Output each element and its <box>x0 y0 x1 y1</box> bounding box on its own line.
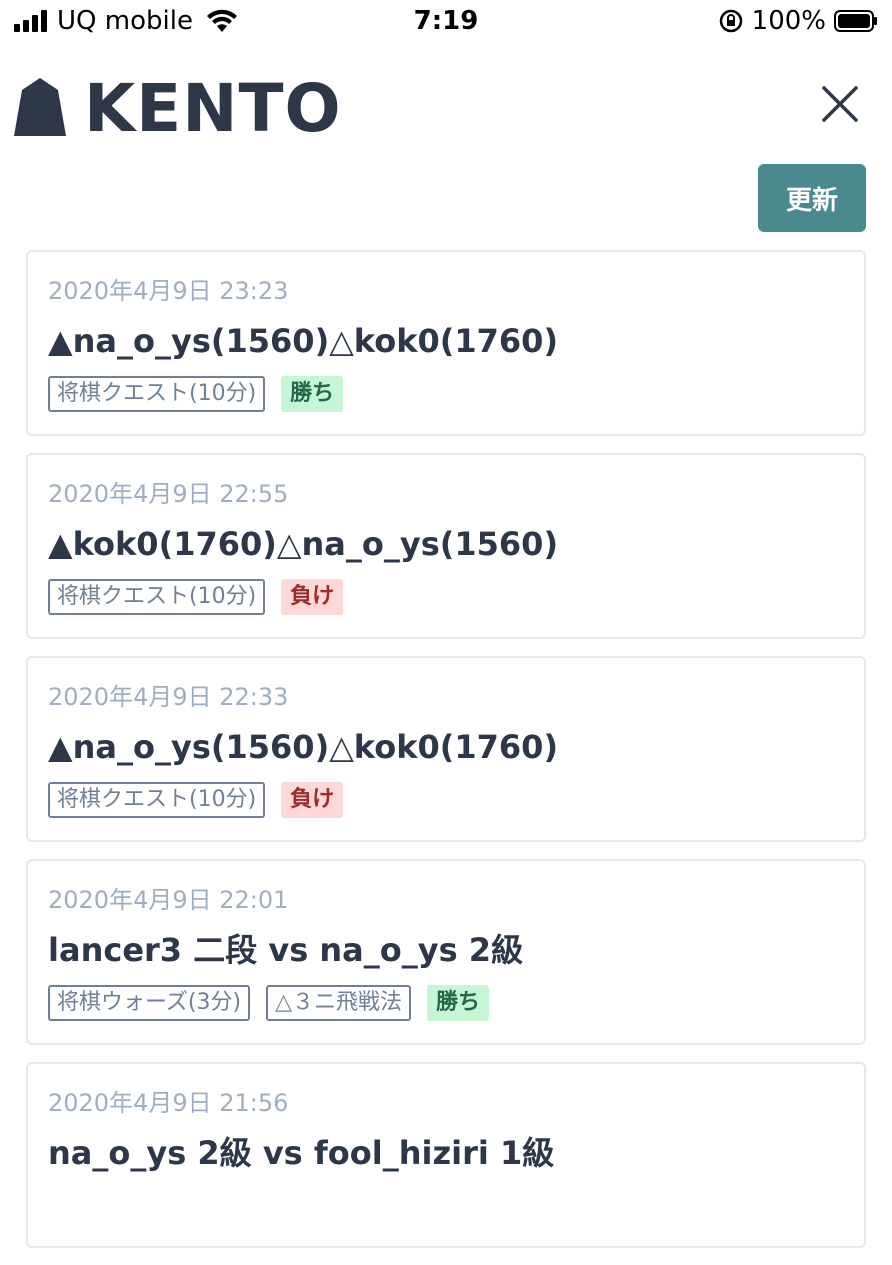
game-card[interactable]: 2020年4月9日 22:01 lancer3 二段 vs na_o_ys 2級将… <box>26 859 866 1045</box>
game-list: 2020年4月9日 23:23 ▲na_o_ys(1560)△kok0(1760)… <box>26 250 866 1265</box>
game-date: 2020年4月9日 22:01 <box>48 886 289 914</box>
game-card[interactable]: 2020年4月9日 23:23 ▲na_o_ys(1560)△kok0(1760)… <box>26 250 866 436</box>
battery-icon <box>834 10 877 32</box>
game-date: 2020年4月9日 22:55 <box>48 480 289 508</box>
game-tag: 将棋クエスト(10分) <box>48 376 266 412</box>
game-title: lancer3 二段 vs na_o_ys 2級 <box>48 931 524 969</box>
game-tags: 将棋クエスト(10分) 勝ち <box>48 376 864 412</box>
game-tag: △３ニ飛戦法 <box>266 985 411 1021</box>
game-card[interactable]: 2020年4月9日 21:56 na_o_ys 2級 vs fool_hiziri… <box>26 1062 866 1248</box>
game-card[interactable]: 2020年4月9日 22:33 ▲na_o_ys(1560)△kok0(1760)… <box>26 656 866 842</box>
game-date: 2020年4月9日 21:56 <box>48 1089 289 1117</box>
rotation-lock-icon <box>719 9 742 33</box>
game-tag: 将棋クエスト(10分) <box>48 782 266 818</box>
app-header: KENTO <box>0 60 892 160</box>
result-badge: 勝ち <box>281 376 344 412</box>
game-title: ▲kok0(1760)△na_o_ys(1560) <box>48 525 559 563</box>
game-title: ▲na_o_ys(1560)△kok0(1760) <box>48 728 559 766</box>
game-title: ▲na_o_ys(1560)△kok0(1760) <box>48 322 559 360</box>
status-right: 100% <box>718 6 878 36</box>
result-badge: 負け <box>281 782 344 818</box>
refresh-button[interactable]: 更新 <box>758 164 866 232</box>
status-bar: UQ mobile 7:19 100% <box>0 0 892 46</box>
game-title: na_o_ys 2級 vs fool_hiziri 1級 <box>48 1134 555 1172</box>
result-badge: 負け <box>281 579 344 615</box>
game-tags: 将棋クエスト(10分) 負け <box>48 782 864 818</box>
result-badge: 勝ち <box>427 985 490 1021</box>
game-date: 2020年4月9日 23:23 <box>48 277 289 305</box>
game-tags: 将棋ウォーズ(3分) △３ニ飛戦法 勝ち <box>48 985 864 1021</box>
game-tag: 将棋ウォーズ(3分) <box>48 985 251 1021</box>
close-icon[interactable] <box>818 82 862 126</box>
game-card[interactable]: 2020年4月9日 22:55 ▲kok0(1760)△na_o_ys(1560)… <box>26 453 866 639</box>
shogi-piece-icon <box>14 78 66 136</box>
battery-percent: 100% <box>751 6 826 36</box>
game-tags: 将棋クエスト(10分) 負け <box>48 579 864 615</box>
game-date: 2020年4月9日 22:33 <box>48 683 289 711</box>
game-tag: 将棋クエスト(10分) <box>48 579 266 615</box>
app-logo-text: KENTO <box>84 70 342 147</box>
